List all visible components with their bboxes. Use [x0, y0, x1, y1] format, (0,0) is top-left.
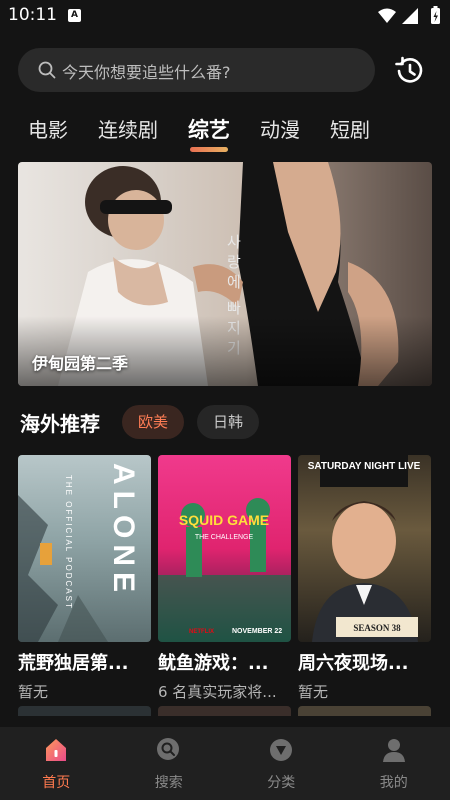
category-tabs: 电影 连续剧 综艺 动漫 短剧: [28, 114, 370, 152]
poster-art-alone: ALONE THE OFFICIAL PODCAST: [18, 463, 140, 642]
poster-text-challenge: THE CHALLENGE: [195, 534, 254, 541]
show-card-partial[interactable]: [18, 706, 151, 716]
home-icon: [46, 739, 67, 761]
section-title-overseas: 海外推荐: [20, 412, 100, 436]
nav-search[interactable]: 搜索: [113, 727, 226, 800]
nav-search-label: 搜索: [154, 775, 183, 791]
search-bar[interactable]: 今天你想要追些什么番?: [18, 48, 375, 92]
tab-variety[interactable]: 综艺: [188, 114, 230, 152]
search-placeholder: 今天你想要追些什么番?: [62, 63, 231, 82]
bottom-navigation: 首页 搜索 分类 我的: [0, 727, 450, 800]
show-poster: ALONE THE OFFICIAL PODCAST: [18, 455, 151, 642]
poster-art-snl: SATURDAY NIGHT LIVE SEASON 38: [308, 455, 421, 642]
show-subtitle: 暂无: [298, 683, 329, 701]
nav-profile[interactable]: 我的: [338, 727, 450, 800]
signal-battery-icons: [378, 6, 440, 24]
profile-icon: [382, 739, 405, 762]
nav-category-label: 分类: [267, 775, 296, 791]
notification-icon: A: [68, 9, 81, 22]
poster-art-squid-game: SQUID GAME THE CHALLENGE NETFLIX NOVEMBE…: [158, 498, 291, 642]
nav-home-label: 首页: [42, 775, 71, 791]
show-title: 周六夜现场...: [298, 653, 409, 674]
show-title: 鱿鱼游戏：...: [158, 653, 269, 674]
show-poster: SQUID GAME THE CHALLENGE NETFLIX NOVEMBE…: [158, 455, 291, 642]
show-subtitle: 暂无: [18, 683, 49, 701]
tab-anime[interactable]: 动漫: [260, 114, 300, 148]
poster-text-netflix: NETFLIX: [189, 629, 214, 635]
nav-category[interactable]: 分类: [225, 727, 338, 800]
nav-profile-label: 我的: [379, 775, 408, 791]
poster-text-season: SEASON 38: [353, 623, 401, 633]
tab-short-drama[interactable]: 短剧: [330, 114, 370, 148]
show-poster: SATURDAY NIGHT LIVE SEASON 38: [298, 455, 431, 642]
show-subtitle: 6 名真实玩家将...: [158, 683, 277, 701]
featured-banner[interactable]: 사랑에빠지기 伊甸园第二季: [18, 162, 432, 386]
show-card-partial[interactable]: [298, 706, 431, 716]
status-bar: 10:11 A: [0, 0, 450, 34]
poster-text-squid-game: SQUID GAME: [179, 512, 269, 528]
tab-movie[interactable]: 电影: [28, 114, 68, 148]
show-card[interactable]: SATURDAY NIGHT LIVE SEASON 38 周六夜现场... 暂…: [298, 455, 431, 702]
category-icon: [270, 739, 293, 761]
show-card-partial[interactable]: [158, 706, 291, 716]
nav-home[interactable]: 首页: [0, 727, 113, 800]
show-title: 荒野独居第...: [18, 653, 129, 674]
search-icon: [156, 738, 179, 760]
show-card[interactable]: SQUID GAME THE CHALLENGE NETFLIX NOVEMBE…: [158, 455, 291, 702]
filter-chip-western[interactable]: 欧美: [122, 405, 185, 439]
poster-text-podcast: THE OFFICIAL PODCAST: [64, 475, 73, 610]
tab-series[interactable]: 连续剧: [98, 114, 158, 148]
history-icon[interactable]: [394, 55, 426, 87]
poster-text-date: NOVEMBER 22: [232, 628, 282, 635]
search-icon: [38, 61, 56, 79]
banner-title: 伊甸园第二季: [32, 354, 129, 373]
poster-text-alone: ALONE: [107, 463, 140, 598]
filter-chip-japan-korea[interactable]: 日韩: [197, 405, 260, 439]
show-card[interactable]: ALONE THE OFFICIAL PODCAST 荒野独居第... 暂无: [18, 455, 151, 702]
poster-text-snl: SATURDAY NIGHT LIVE: [308, 461, 421, 472]
status-time: 10:11: [8, 5, 57, 25]
